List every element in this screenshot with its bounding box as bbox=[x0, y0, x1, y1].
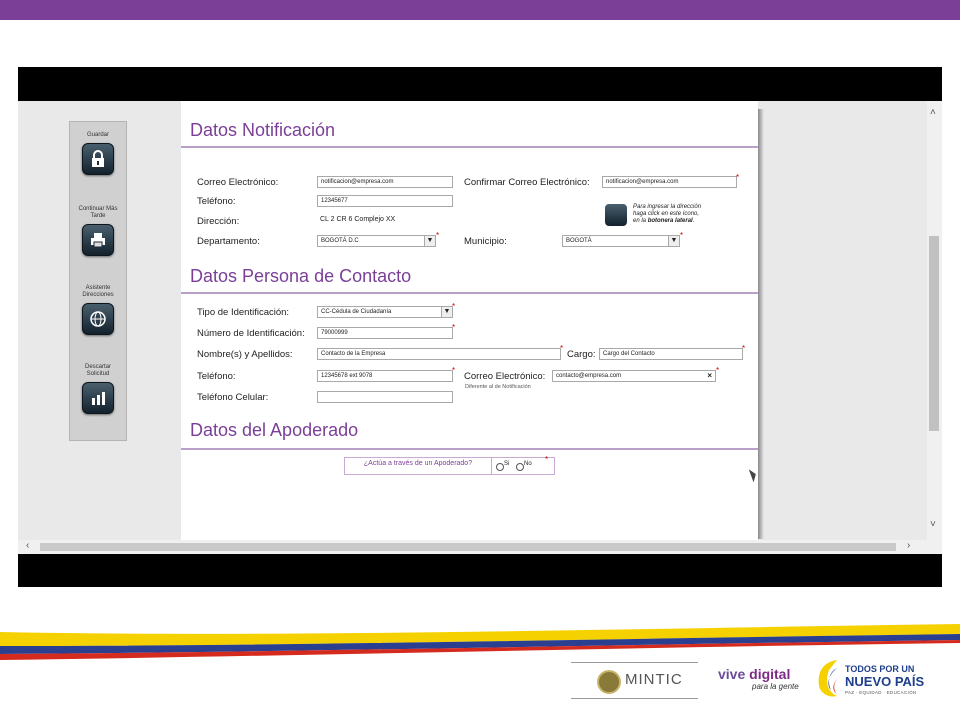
radio-yes-label: Si bbox=[504, 461, 510, 467]
contact-phone-field[interactable]: 12345678 ext 9078 bbox=[317, 370, 453, 382]
address-assistant-button[interactable]: Asistente Direcciones bbox=[70, 285, 126, 335]
video-letterbox-bottom bbox=[18, 554, 942, 587]
colombia-seal-icon bbox=[597, 670, 621, 694]
top-brand-bar bbox=[0, 0, 960, 20]
address-hint: Para ingresar la dirección haga click en… bbox=[633, 204, 702, 224]
apoderado-question-box: ¿Actúa a través de un Apoderado? Si No * bbox=[344, 455, 555, 475]
continue-later-button[interactable]: Continuar Más Tarde bbox=[70, 206, 126, 256]
address-globe-icon[interactable] bbox=[605, 204, 627, 226]
required-marker: * bbox=[452, 323, 456, 332]
required-marker: * bbox=[742, 344, 746, 353]
scroll-right-icon[interactable]: › bbox=[907, 540, 910, 551]
id-type-label: Tipo de Identificación: bbox=[197, 307, 290, 318]
id-number-field[interactable]: 79000999 bbox=[317, 327, 453, 339]
globe-icon bbox=[82, 303, 114, 335]
nuevo-pais-mark-icon bbox=[818, 660, 839, 697]
address-label: Dirección: bbox=[197, 216, 240, 227]
department-select[interactable]: BOGOTÁ D.C ▼ bbox=[317, 235, 436, 247]
radio-no[interactable] bbox=[516, 463, 524, 471]
scroll-down-icon[interactable]: ˅ bbox=[930, 519, 936, 530]
save-button[interactable]: Guardar bbox=[70, 132, 126, 175]
form-page: Datos Notificación Correo Electrónico: n… bbox=[181, 101, 758, 554]
section-divider bbox=[181, 146, 758, 148]
todos-por-un-nuevo-pais-logo: TODOS POR UN NUEVO PAÍS PAZ · EQUIDAD · … bbox=[813, 654, 933, 702]
contact-phone-label: Teléfono: bbox=[197, 371, 236, 382]
apoderado-question: ¿Actúa a través de un Apoderado? bbox=[345, 458, 492, 474]
side-toolbar: Guardar Continuar Más Tarde Asistente Di… bbox=[69, 121, 127, 441]
name-field[interactable]: Contacto de la Empresa bbox=[317, 348, 561, 360]
municipio-label: Municipio: bbox=[464, 236, 507, 247]
horizontal-scroll-thumb[interactable] bbox=[40, 543, 896, 551]
horizontal-scrollbar[interactable]: ‹ › bbox=[18, 540, 927, 554]
id-type-select[interactable]: CC-Cédula de Ciudadanía ▼ bbox=[317, 306, 453, 318]
required-marker: * bbox=[545, 455, 549, 464]
contact-email-field[interactable]: contacto@empresa.com × bbox=[552, 370, 716, 382]
mintic-logo: MINTIC bbox=[571, 662, 698, 699]
chevron-down-icon: ▼ bbox=[668, 236, 679, 246]
printer-icon bbox=[82, 224, 114, 256]
cargo-field[interactable]: Cargo del Contacto bbox=[599, 348, 743, 360]
required-marker: * bbox=[716, 366, 720, 375]
cargo-label: Cargo: bbox=[567, 349, 596, 360]
id-number-label: Número de Identificación: bbox=[197, 328, 305, 339]
required-marker: * bbox=[452, 366, 456, 375]
bar-chart-icon bbox=[82, 382, 114, 414]
department-label: Departamento: bbox=[197, 236, 260, 247]
browser-viewport: Guardar Continuar Más Tarde Asistente Di… bbox=[18, 101, 942, 554]
vertical-scrollbar[interactable]: ˄ ˅ bbox=[927, 101, 942, 554]
section-title-notificacion: Datos Notificación bbox=[190, 120, 336, 140]
section-divider bbox=[181, 448, 758, 450]
scroll-left-icon[interactable]: ‹ bbox=[26, 540, 29, 551]
required-marker: * bbox=[452, 302, 456, 311]
vive-digital-logo: vive digital para la gente bbox=[718, 666, 799, 691]
section-title-contacto: Datos Persona de Contacto bbox=[190, 266, 412, 286]
mobile-label: Teléfono Celular: bbox=[197, 392, 269, 403]
address-value: CL 2 CR 6 Complejo XX bbox=[320, 216, 396, 223]
scroll-up-icon[interactable]: ˄ bbox=[930, 107, 936, 118]
municipio-select[interactable]: BOGOTÁ ▼ bbox=[562, 235, 680, 247]
radio-yes[interactable] bbox=[496, 463, 504, 471]
required-marker: * bbox=[560, 344, 564, 353]
name-label: Nombre(s) y Apellidos: bbox=[197, 349, 293, 360]
radio-no-label: No bbox=[524, 461, 532, 467]
section-title-apoderado: Datos del Apoderado bbox=[190, 420, 359, 440]
chevron-down-icon: ▼ bbox=[424, 236, 435, 246]
email-note: Diferente al de Notificación bbox=[465, 384, 531, 390]
discard-request-button[interactable]: Descartar Solicitud bbox=[70, 364, 126, 414]
required-marker: * bbox=[436, 231, 440, 240]
phone-field[interactable]: 12345677 bbox=[317, 195, 453, 207]
video-letterbox-top bbox=[18, 67, 942, 101]
required-marker: * bbox=[680, 231, 684, 240]
chevron-down-icon: ▼ bbox=[441, 307, 452, 317]
clear-icon[interactable]: × bbox=[707, 371, 712, 381]
confirm-email-label: Confirmar Correo Electrónico: bbox=[464, 177, 590, 188]
phone-label: Teléfono: bbox=[197, 196, 236, 207]
vertical-scroll-thumb[interactable] bbox=[929, 236, 939, 431]
section-divider bbox=[181, 292, 758, 294]
confirm-email-field[interactable]: notificacion@empresa.com bbox=[602, 176, 737, 188]
email-field[interactable]: notificacion@empresa.com bbox=[317, 176, 453, 188]
mobile-field[interactable] bbox=[317, 391, 453, 403]
required-marker: * bbox=[736, 173, 740, 182]
contact-email-label: Correo Electrónico: bbox=[464, 371, 546, 382]
page-shadow bbox=[758, 109, 764, 539]
email-label: Correo Electrónico: bbox=[197, 177, 279, 188]
lock-icon bbox=[82, 143, 114, 175]
